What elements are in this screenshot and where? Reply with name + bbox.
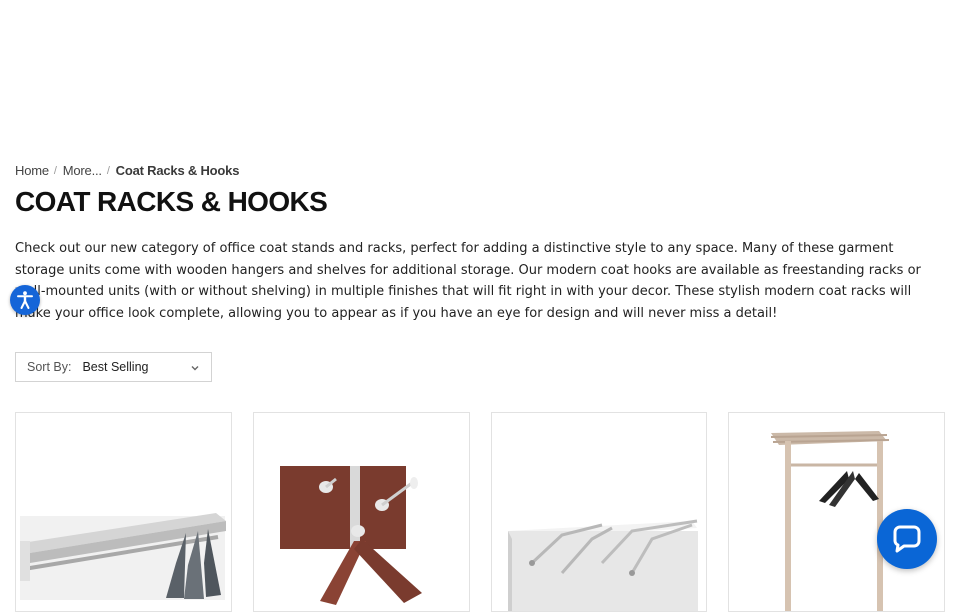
product-card[interactable]	[253, 412, 470, 612]
accessibility-button[interactable]	[10, 285, 40, 315]
breadcrumb-more-link[interactable]: More...	[63, 163, 102, 178]
product-image-chrome-hook-rack[interactable]	[492, 413, 706, 612]
chat-icon	[893, 525, 921, 553]
product-card[interactable]	[491, 412, 707, 612]
accessibility-icon	[17, 291, 33, 309]
sort-by-label: Sort By:	[27, 360, 72, 374]
breadcrumb: Home / More... / Coat Racks & Hooks	[15, 163, 239, 178]
product-image-wall-shelf-rack[interactable]	[16, 413, 231, 612]
chevron-down-icon	[191, 366, 199, 371]
breadcrumb-home-link[interactable]: Home	[15, 163, 49, 178]
category-description: Check out our new category of office coa…	[15, 241, 921, 321]
product-card[interactable]	[15, 412, 232, 612]
breadcrumb-current: Coat Racks & Hooks	[115, 163, 240, 178]
breadcrumb-separator: /	[53, 164, 57, 177]
product-image-wooden-hook-rack[interactable]	[254, 413, 469, 612]
sort-by-select[interactable]: Sort By: Best Selling	[15, 352, 212, 382]
live-chat-button[interactable]	[877, 509, 937, 569]
breadcrumb-separator: /	[106, 164, 110, 177]
page-title: COAT RACKS & HOOKS	[15, 186, 328, 217]
sort-by-value: Best Selling	[82, 360, 149, 374]
